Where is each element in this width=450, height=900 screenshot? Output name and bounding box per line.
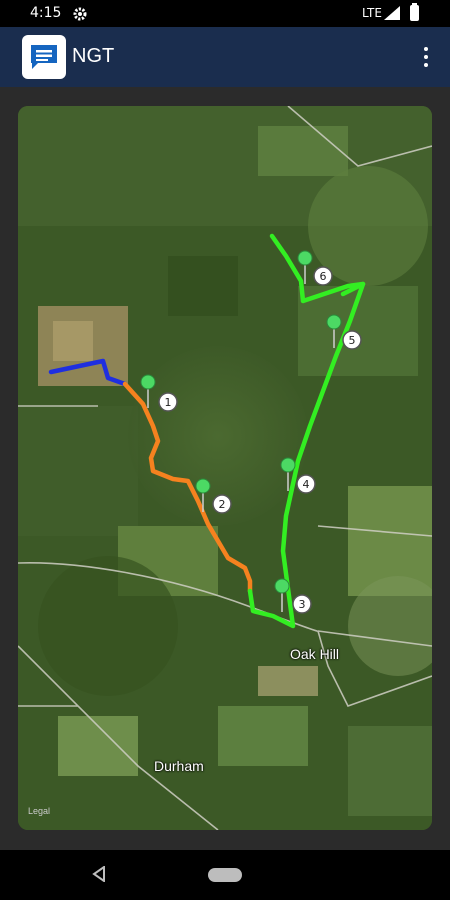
gear-icon: [73, 7, 87, 21]
place-label-oak-hill: Oak Hill: [290, 646, 340, 662]
battery-icon: [410, 3, 419, 21]
waypoint-number: 3: [299, 598, 306, 611]
satellite-map[interactable]: 1 2 3 4 5 6: [18, 106, 432, 830]
waypoint-number: 4: [303, 478, 310, 491]
map-pin-icon: [326, 314, 342, 330]
signal-icon: [384, 6, 400, 20]
map-pin-icon: [280, 457, 296, 473]
message-square-icon: [31, 45, 57, 69]
network-type: LTE: [362, 6, 382, 20]
map-pin-icon: [195, 478, 211, 494]
home-icon[interactable]: [208, 868, 242, 882]
waypoint-number: 1: [165, 396, 172, 409]
back-icon[interactable]: [92, 866, 106, 882]
map-legal-link[interactable]: Legal: [28, 806, 50, 816]
map-pin-icon: [297, 250, 313, 266]
overflow-menu-icon[interactable]: [414, 43, 438, 71]
status-time: 4:15: [30, 5, 62, 21]
app-bar: NGT: [0, 27, 450, 87]
map-pin-icon: [274, 578, 290, 594]
status-bar: 4:15 LTE: [0, 0, 450, 27]
system-nav-bar: [0, 850, 450, 900]
map-view[interactable]: 1 2 3 4 5 6 Oak Hill Durham Legal: [18, 106, 432, 830]
place-label-durham: Durham: [154, 758, 204, 774]
map-pin-icon: [140, 374, 156, 390]
waypoint-number: 2: [219, 498, 226, 511]
waypoint-number: 5: [349, 334, 356, 347]
app-logo: [22, 35, 66, 79]
waypoint-number: 6: [320, 270, 327, 283]
app-title: NGT: [72, 45, 115, 67]
